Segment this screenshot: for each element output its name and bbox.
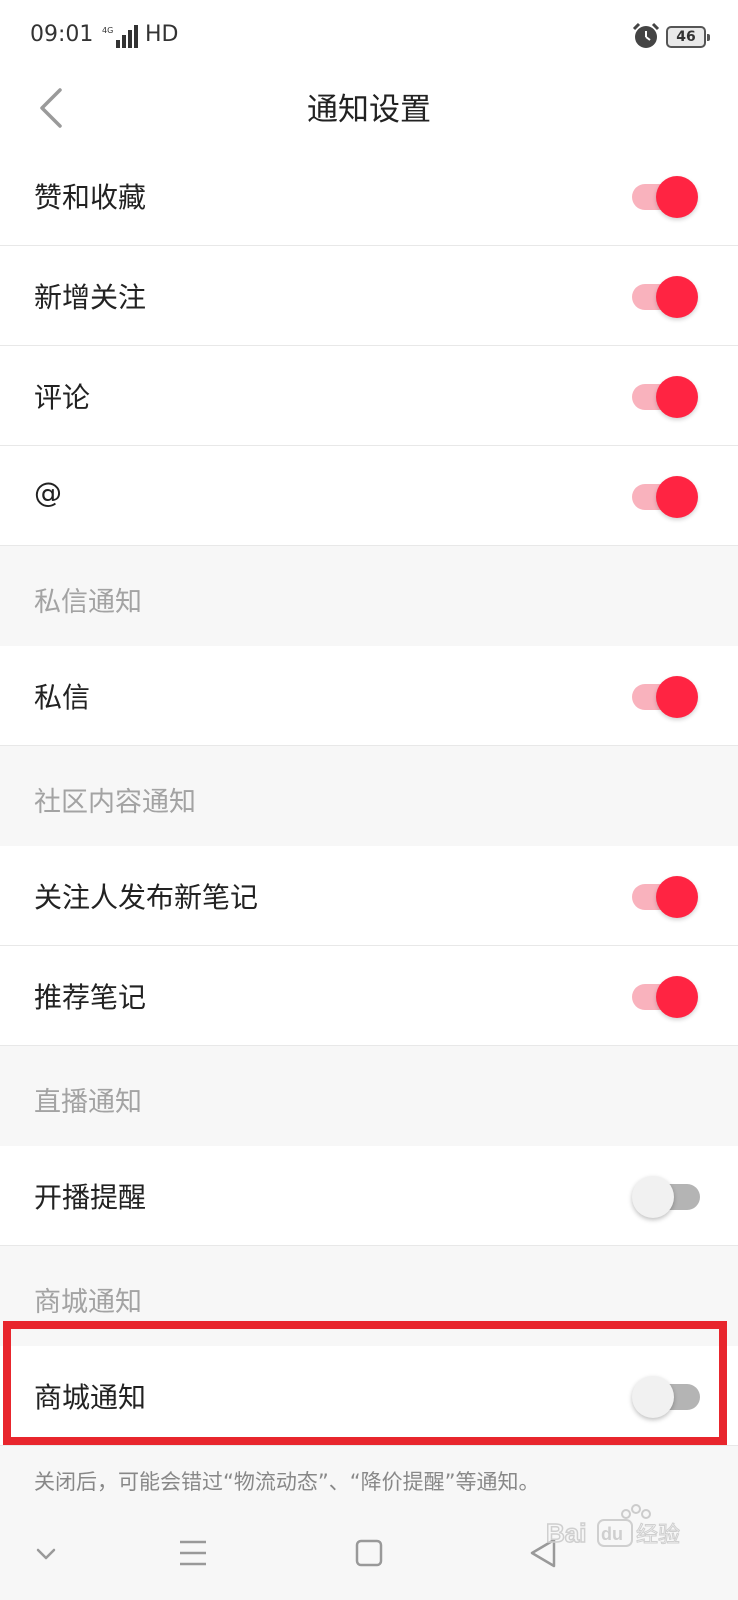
new-followers-toggle[interactable]	[632, 274, 698, 318]
footer-note: 关闭后，可能会错过“物流动态”、“降价提醒”等通知。	[34, 1470, 540, 1494]
setting-label: 开播提醒	[34, 1181, 147, 1214]
chevron-down-icon[interactable]	[34, 1534, 58, 1574]
setting-label: 赞和收藏	[34, 181, 147, 214]
section-label: 社区内容通知	[34, 787, 196, 818]
setting-row-recommended-posts[interactable]: 推荐笔记	[0, 946, 738, 1046]
menu-icon[interactable]	[178, 1534, 208, 1574]
svg-text:du: du	[601, 1524, 623, 1544]
setting-label: 评论	[34, 381, 91, 414]
setting-label: 商城通知	[34, 1381, 147, 1414]
settings-list: 赞和收藏 新增关注 评论 @ 私信通知 私信 社区内容通知 关注人发布新笔记 推…	[0, 146, 738, 1446]
setting-row-likes[interactable]: 赞和收藏	[0, 146, 738, 246]
section-header-messages: 私信通知	[0, 546, 738, 646]
mall-toggle[interactable]	[632, 1374, 700, 1418]
setting-label: @	[34, 476, 62, 509]
setting-row-live-reminder[interactable]: 开播提醒	[0, 1146, 738, 1246]
setting-row-comments[interactable]: 评论	[0, 346, 738, 446]
section-label: 私信通知	[34, 587, 142, 618]
setting-row-new-followers[interactable]: 新增关注	[0, 246, 738, 346]
home-icon[interactable]	[354, 1534, 384, 1574]
header: 通知设置	[0, 72, 738, 154]
signal-icon: 4G	[102, 25, 138, 48]
network-label: HD	[145, 22, 179, 47]
setting-row-followed-posts[interactable]: 关注人发布新笔记	[0, 846, 738, 946]
page-title: 通知设置	[307, 92, 431, 128]
svg-text:经验: 经验	[636, 1523, 680, 1548]
setting-label: 新增关注	[34, 281, 147, 314]
status-bar: 09:01 4G HD 46	[0, 0, 738, 72]
setting-row-messages[interactable]: 私信	[0, 646, 738, 746]
setting-label: 关注人发布新笔记	[34, 881, 259, 914]
setting-label: 推荐笔记	[34, 981, 147, 1014]
section-header-live: 直播通知	[0, 1046, 738, 1146]
mentions-toggle[interactable]	[632, 474, 698, 518]
live-reminder-toggle[interactable]	[632, 1174, 700, 1218]
recommended-posts-toggle[interactable]	[632, 974, 698, 1018]
section-label: 直播通知	[34, 1087, 142, 1118]
alarm-icon	[632, 22, 660, 48]
section-header-mall: 商城通知	[0, 1246, 738, 1346]
status-time: 09:01	[30, 22, 94, 47]
setting-label: 私信	[34, 681, 91, 714]
setting-row-mentions[interactable]: @	[0, 446, 738, 546]
section-header-community: 社区内容通知	[0, 746, 738, 846]
baidu-watermark-logo: Bai du 经验	[545, 1504, 681, 1549]
likes-toggle[interactable]	[632, 174, 698, 218]
battery-icon: 46	[666, 26, 710, 48]
setting-row-mall[interactable]: 商城通知	[0, 1346, 738, 1446]
section-label: 商城通知	[34, 1287, 142, 1318]
followed-posts-toggle[interactable]	[632, 874, 698, 918]
svg-text:Bai: Bai	[546, 1518, 586, 1548]
svg-text:4G: 4G	[102, 26, 113, 35]
messages-toggle[interactable]	[632, 674, 698, 718]
comments-toggle[interactable]	[632, 374, 698, 418]
